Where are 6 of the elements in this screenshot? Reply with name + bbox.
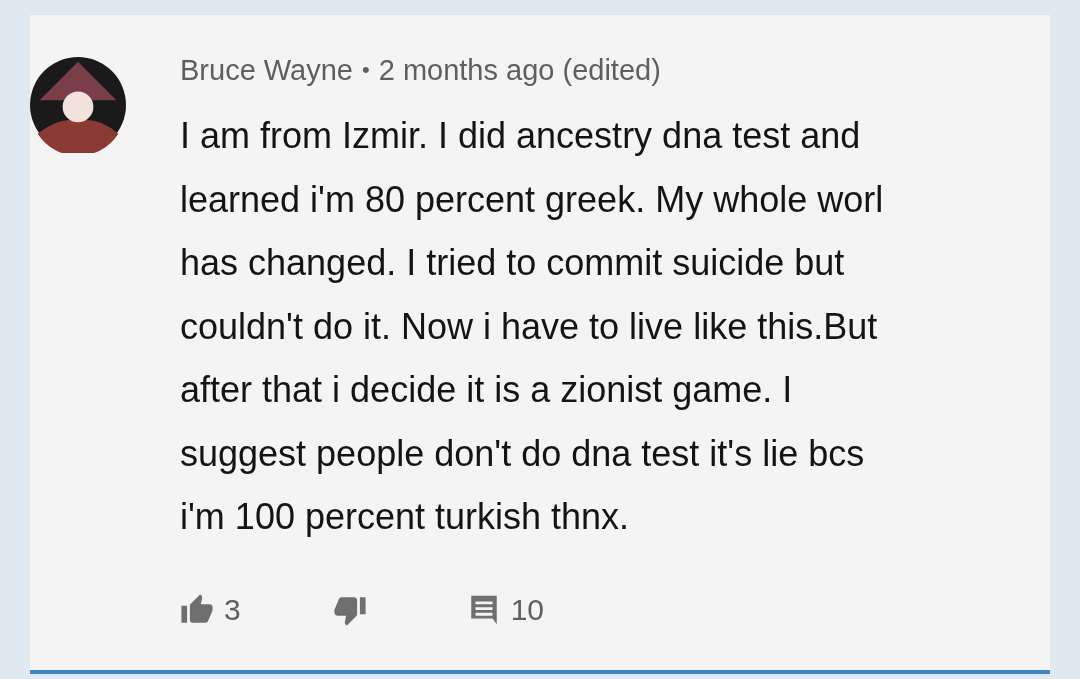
like-count: 3 — [224, 592, 241, 627]
author-name[interactable]: Bruce Wayne — [180, 53, 353, 87]
comment-text: I am from Izmir. I did ancestry dna test and learned i'm 80 percent greek. My whole worl has changed. I tried to commit suicide but couldn't do it. Now i have to live like this.But after that i decide it is a zionist game. I suggest people don't do dna test it's lie bcs i'm 100 percent turkish thnx. — [180, 114, 885, 539]
separator-dot: • — [362, 57, 370, 83]
comment-time: 2 months ago (edited) — [378, 53, 661, 87]
reply-count: 10 — [510, 592, 545, 627]
